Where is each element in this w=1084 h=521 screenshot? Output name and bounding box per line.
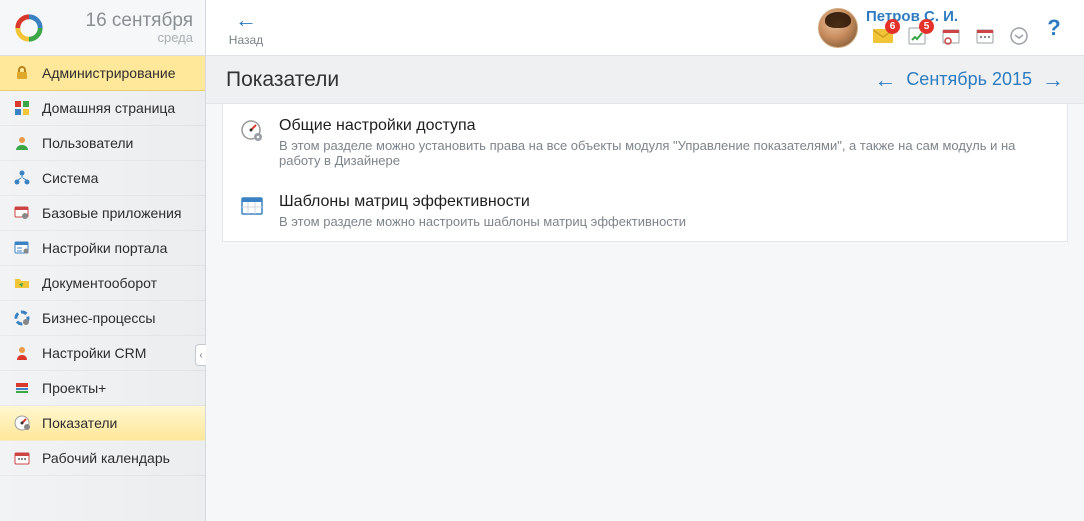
tasks-badge: 5 [919, 19, 934, 34]
user-icon [12, 133, 32, 153]
nav-label: Настройки портала [42, 240, 167, 256]
nav-item-docflow[interactable]: Документооборот [0, 266, 205, 301]
nav-item-crm-settings[interactable]: Настройки CRM [0, 336, 205, 371]
topbar: ← Назад Петров С. И. 6 5 [206, 0, 1084, 56]
nav-item-portal-settings[interactable]: Настройки портала [0, 231, 205, 266]
timer-icon[interactable] [940, 25, 962, 47]
nodes-icon [12, 168, 32, 188]
content-header: Показатели ← Сентябрь 2015 → [206, 56, 1084, 104]
person-badge-icon [12, 343, 32, 363]
nav-label: Домашняя страница [42, 100, 175, 116]
ring-gear-icon [12, 308, 32, 328]
help-button[interactable]: ? [1040, 15, 1068, 41]
gauge-gear-icon [239, 118, 265, 144]
sidebar: 16 сентября среда Администрирование Дома… [0, 0, 206, 521]
nav-label: Пользователи [42, 135, 133, 151]
window-gear-icon [12, 203, 32, 223]
item-desc: В этом разделе можно установить права на… [279, 138, 1051, 168]
nav-item-system[interactable]: Система [0, 161, 205, 196]
date-widget[interactable]: 16 сентября среда [0, 0, 205, 56]
sidebar-collapse-toggle[interactable]: ‹ [195, 344, 206, 366]
chevron-left-icon: ‹ [199, 350, 202, 361]
calendar-icon [12, 448, 32, 468]
grid-icon [12, 98, 32, 118]
list-gear-icon [12, 238, 32, 258]
nav-label: Документооборот [42, 275, 157, 291]
arrow-left-icon: ← [235, 9, 257, 31]
nav-label: Рабочий календарь [42, 450, 170, 466]
nav-item-indicators[interactable]: Показатели [0, 406, 205, 441]
calendar-grid-icon[interactable] [974, 25, 996, 47]
nav-label: Показатели [42, 415, 117, 431]
back-label: Назад [229, 33, 263, 47]
nav-label: Бизнес-процессы [42, 310, 155, 326]
date-line2: среда [158, 30, 194, 45]
nav-item-base-apps[interactable]: Базовые приложения [0, 196, 205, 231]
main-area: ← Назад Петров С. И. 6 5 [206, 0, 1084, 521]
nav-label: Проекты+ [42, 380, 106, 396]
item-access-settings[interactable]: Общие настройки доступа В этом разделе м… [223, 104, 1067, 180]
nav-label: Система [42, 170, 98, 186]
nav-item-users[interactable]: Пользователи [0, 126, 205, 161]
period-label[interactable]: Сентябрь 2015 [906, 69, 1032, 90]
nav-item-bpm[interactable]: Бизнес-процессы [0, 301, 205, 336]
nav-item-administration[interactable]: Администрирование [0, 56, 205, 91]
table-template-icon [239, 194, 265, 220]
folder-arrow-icon [12, 273, 32, 293]
period-navigator: ← Сентябрь 2015 → [874, 69, 1064, 91]
layers-icon [12, 378, 32, 398]
nav-label: Администрирование [42, 65, 176, 81]
nav-item-calendar[interactable]: Рабочий календарь [0, 441, 205, 476]
lock-icon [12, 63, 32, 83]
app-logo [12, 11, 46, 45]
item-matrix-templates[interactable]: Шаблоны матриц эффективности В этом разд… [223, 180, 1067, 241]
date-line1: 16 сентября [86, 11, 194, 30]
nav-list: Администрирование Домашняя страница Поль… [0, 56, 205, 476]
nav-item-home[interactable]: Домашняя страница [0, 91, 205, 126]
item-title: Общие настройки доступа [279, 116, 1051, 136]
period-prev[interactable]: ← [874, 69, 896, 91]
nav-item-projects[interactable]: Проекты+ [0, 371, 205, 406]
back-button[interactable]: ← Назад [222, 9, 270, 47]
settings-panel: Общие настройки доступа В этом разделе м… [222, 104, 1068, 242]
notification-tray: 6 5 [872, 25, 1030, 47]
avatar [818, 8, 858, 48]
nav-label: Базовые приложения [42, 205, 181, 221]
period-next[interactable]: → [1042, 69, 1064, 91]
mail-icon[interactable]: 6 [872, 25, 894, 47]
item-title: Шаблоны матриц эффективности [279, 192, 686, 212]
nav-label: Настройки CRM [42, 345, 146, 361]
inbox-check-icon[interactable]: 5 [906, 25, 928, 47]
page-title: Показатели [226, 68, 874, 92]
mail-badge: 6 [885, 19, 900, 34]
gauge-icon [12, 413, 32, 433]
user-block[interactable]: Петров С. И. 6 5 [818, 8, 1030, 48]
chevron-down-circle-icon[interactable] [1008, 25, 1030, 47]
item-desc: В этом разделе можно настроить шаблоны м… [279, 214, 686, 229]
